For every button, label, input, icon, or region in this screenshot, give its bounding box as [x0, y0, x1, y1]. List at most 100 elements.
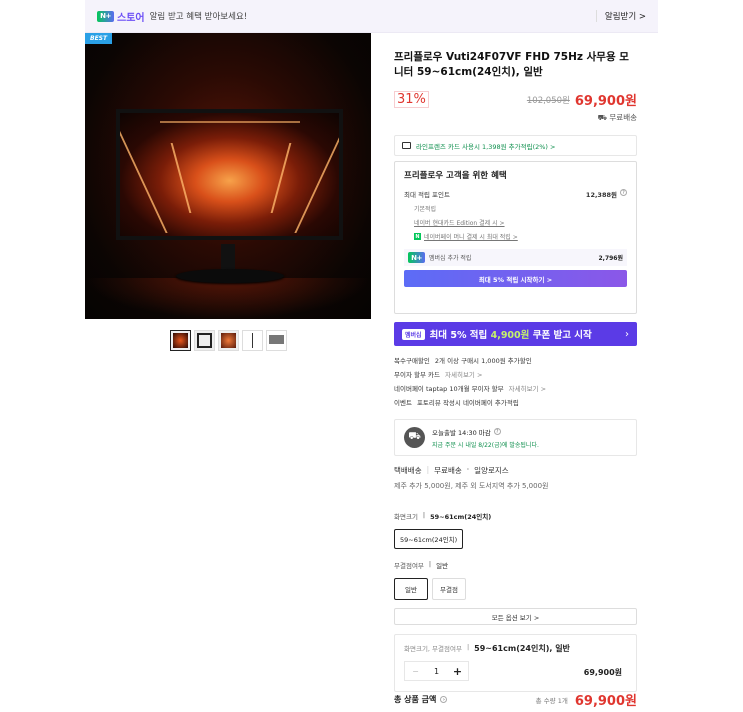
membership-coupon-banner[interactable]: 멤버십 최대 5% 적립 4,900원 쿠폰 받고 시작 › [394, 322, 637, 346]
shipping-extra-cost: 제주 추가 5,000원, 제주 외 도서지역 추가 5,000원 [394, 482, 549, 490]
monitor-stand-neck [221, 244, 235, 271]
total-label: 총 상품 금액 › [394, 694, 448, 705]
membership-label: 멤버십 추가 적립 [429, 255, 472, 262]
store-logo[interactable]: N+ 스토어 [97, 9, 145, 24]
card-promo-text: 라인프렌즈 카드 사용시 1,398원 추가적립(2%) > [416, 142, 556, 151]
shipping-label: 무료배송 [609, 113, 637, 122]
thumbnail-strip [170, 330, 287, 351]
total-price-row: 총 상품 금액 › 총 수량 1개 69,900원 [394, 690, 637, 709]
points-sub-label: 기본적립 [414, 206, 437, 213]
thumbnail-2[interactable] [194, 330, 215, 351]
coupon-text-prefix: 최대 5% 적립 [429, 330, 488, 341]
price-row: 31% 102,050원 69,900원 [394, 90, 637, 109]
product-page: N+ 스토어 알림 받고 혜택 받아보세요! 알림받기 > BEST 프리플로우… [85, 0, 658, 712]
best-badge: BEST [85, 33, 113, 44]
thumbnail-1[interactable] [170, 330, 191, 351]
discount-rate: 31% [394, 91, 429, 108]
selected-option-title: 화면크기, 무결점여부 | 59~61cm(24인치), 일반 [404, 643, 570, 653]
quantity-plus-button[interactable]: + [447, 662, 468, 680]
help-icon[interactable]: ? [620, 189, 627, 196]
delivery-cutoff-text: 오늘출발 14:30 마감 [432, 428, 491, 437]
extra-benefit-label: 복수구매할인 [394, 357, 430, 365]
delivery-cutoff: 오늘출발 14:30 마감 ? [432, 427, 539, 437]
size-option-label: 화면크기 | 59~61cm(24인치) [394, 511, 492, 521]
extra-benefit-row: 복수구매할인 2개 이상 구매시 1,000원 추가할인 [394, 353, 637, 367]
shipping-badge: ⛟ 무료배송 [394, 112, 637, 123]
shipping-type: 택배배송 [394, 466, 422, 475]
extra-benefit-row: 무이자 할부 카드 자세히보기 > [394, 367, 637, 381]
extra-benefit-label: 네이버페이 taptap 10개월 무이자 할부 [394, 385, 504, 393]
max-points-label: 최대 적립 포인트 [404, 191, 450, 199]
type-selected-value: 일반 [436, 562, 449, 570]
shipping-info: 택배배송 | 무료배송 · 일양로지스 제주 추가 5,000원, 제주 외 도… [394, 465, 637, 491]
alarm-subscribe-link[interactable]: 알림받기 > [595, 10, 646, 22]
size-selected-value: 59~61cm(24인치) [430, 513, 492, 521]
points-sub-item[interactable]: 네이버 현대카드 Edition 결제 시 > [404, 218, 627, 227]
size-option-button[interactable]: 59~61cm(24인치) [394, 529, 464, 549]
store-label: 스토어 [117, 12, 145, 24]
thumbnail-4[interactable] [242, 330, 263, 351]
more-link[interactable]: 자세히보기 > [509, 383, 546, 393]
benefit-title: 프리플로우 고객을 위한 혜택 [404, 171, 507, 181]
extra-benefit-value: 2개 이상 구매시 1,000원 추가할인 [434, 357, 532, 365]
max-points-value: 12,388원 [585, 191, 617, 199]
naver-pay-icon: N [414, 233, 421, 240]
membership-badge: 멤버십 [402, 328, 425, 340]
points-sub-item: 기본적립 [404, 204, 627, 213]
points-sub-label: 네이버페이 머니 결제 시 최대 적립 > [424, 234, 518, 241]
coupon-text-suffix: 쿠폰 받고 시작 [532, 330, 592, 341]
selected-option-label: 화면크기, 무결점여부 [404, 645, 462, 653]
credit-card-icon [402, 142, 411, 149]
quantity-minus-button[interactable]: − [405, 662, 426, 680]
sale-price: 69,900원 [574, 94, 637, 109]
extra-benefit-value: 포토리뷰 작성시 네이버페이 추가적립 [416, 399, 519, 407]
type-option-flawless[interactable]: 무결점 [432, 578, 466, 600]
truck-small-icon: ⛟ [597, 113, 607, 122]
product-info-panel: 프리플로우 Vuti24F07VF FHD 75Hz 사무용 모니터 59~61… [394, 50, 637, 692]
total-quantity: 총 수량 1개 [535, 696, 568, 705]
type-option-label: 무결점여부 | 일반 [394, 560, 449, 570]
selected-option-box: 화면크기, 무결점여부 | 59~61cm(24인치), 일반 − 1 + 69… [394, 634, 637, 692]
extra-benefit-label: 무이자 할부 카드 [394, 371, 440, 379]
monitor-stand-base [176, 269, 284, 283]
more-link[interactable]: 자세히보기 > [445, 369, 482, 379]
original-price: 102,050원 [526, 95, 570, 106]
max-points-row: 최대 적립 포인트 12,388원 ? [404, 189, 627, 199]
quantity-value[interactable]: 1 [426, 662, 447, 680]
thumbnail-5[interactable] [266, 330, 287, 351]
type-option-normal[interactable]: 일반 [394, 578, 428, 600]
nplus-logo-icon: N+ [97, 10, 114, 22]
all-options-button[interactable]: 모든 옵션 보기 > [394, 608, 637, 625]
help-icon[interactable]: ? [493, 428, 501, 435]
info-icon[interactable]: › [440, 696, 448, 703]
product-title: 프리플로우 Vuti24F07VF FHD 75Hz 사무용 모니터 59~61… [394, 51, 629, 78]
chevron-right-icon: › [625, 328, 629, 340]
today-delivery-box: ⛟ 오늘출발 14:30 마감 ? 지금 주문 시 내일 8/22(금)에 발송… [394, 419, 637, 456]
selected-option-price: 69,900원 [583, 668, 622, 677]
truck-icon: ⛟ [404, 427, 425, 448]
card-promo-banner[interactable]: 라인프렌즈 카드 사용시 1,398원 추가적립(2%) > [394, 135, 637, 156]
delivery-estimate: 지금 주문 시 내일 8/22(금)에 발송됩니다. [432, 441, 539, 449]
shipping-cost: 무료배송 [434, 466, 462, 475]
total-price: 69,900원 [574, 694, 637, 709]
thumbnail-3[interactable] [218, 330, 239, 351]
quantity-stepper: − 1 + [404, 661, 469, 681]
selected-option-value: 59~61cm(24인치), 일반 [474, 644, 570, 653]
nplus-logo-icon: N+ [408, 252, 425, 263]
total-label-text: 총 상품 금액 [394, 695, 437, 704]
store-alarm-bar: N+ 스토어 알림 받고 혜택 받아보세요! 알림받기 > [85, 0, 658, 33]
product-main-image[interactable]: BEST [85, 33, 371, 319]
extra-benefits-list: 복수구매할인 2개 이상 구매시 1,000원 추가할인 무이자 할부 카드 자… [394, 353, 637, 409]
coupon-amount: 4,900원 [490, 330, 530, 341]
coupon-text: 최대 5% 적립 4,900원 쿠폰 받고 시작 [430, 327, 592, 341]
points-sub-item[interactable]: N 네이버페이 머니 결제 시 최대 적립 > [404, 232, 627, 241]
alarm-message: 알림 받고 혜택 받아보세요! [149, 12, 248, 22]
benefit-box: 프리플로우 고객을 위한 혜택 최대 적립 포인트 12,388원 ? 기본적립… [394, 161, 637, 314]
membership-start-button[interactable]: 최대 5% 적립 시작하기 > [404, 270, 627, 287]
monitor-screen [116, 109, 343, 240]
membership-points-row: N+ 멤버십 추가 적립 2,796원 [404, 249, 627, 266]
type-option-group: 일반 무결점 [394, 578, 637, 600]
size-label: 화면크기 [394, 513, 418, 521]
points-sub-label: 네이버 현대카드 Edition 결제 시 > [414, 220, 505, 227]
floor-light [85, 278, 371, 319]
